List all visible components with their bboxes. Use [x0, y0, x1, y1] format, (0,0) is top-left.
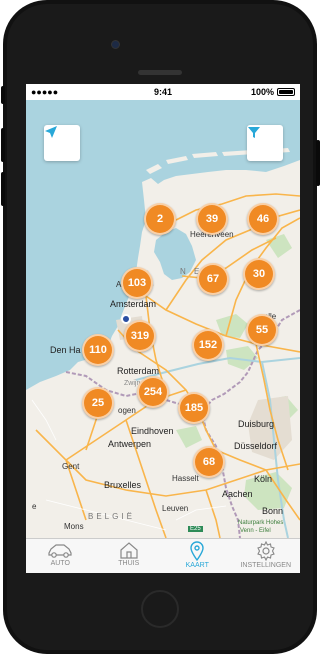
- status-bar: ●●●●● 9:41 100%: [26, 84, 300, 100]
- map-cluster[interactable]: 319: [124, 320, 156, 352]
- cluster-count: 254: [143, 386, 163, 398]
- map-label-leuven: Leuven: [162, 504, 189, 513]
- map-cluster[interactable]: 185: [178, 392, 210, 424]
- map-cluster[interactable]: 152: [192, 329, 224, 361]
- volume-down-button: [1, 172, 5, 206]
- map-label-naturpark: Naturpark Hohes: [238, 520, 284, 526]
- map-label-mons: Mons: [64, 522, 84, 531]
- cluster-count: 25: [91, 397, 105, 409]
- map-label-venn-eifel: Venn - Eifel: [240, 528, 271, 534]
- filter-button[interactable]: [247, 125, 283, 161]
- map-label-bonn: Bonn: [262, 506, 284, 516]
- tab-label: AUTO: [50, 560, 70, 567]
- locate-me-button[interactable]: [44, 125, 80, 161]
- cluster-count: 152: [198, 339, 218, 351]
- map-label-bruxelles: Bruxelles: [104, 480, 142, 490]
- battery-percent: 100%: [250, 87, 274, 97]
- battery-icon: [277, 88, 295, 96]
- screen: ●●●●● 9:41 100% N Amsterdam Den Ha Rotte…: [26, 84, 300, 573]
- map-label-e25: E25: [188, 526, 203, 532]
- volume-up-button: [1, 128, 5, 162]
- map-cluster[interactable]: 55: [246, 314, 278, 346]
- cluster-count: 55: [255, 324, 269, 336]
- map-cluster[interactable]: 2: [144, 203, 176, 235]
- tab-thuis[interactable]: THUIS: [95, 539, 164, 573]
- map-cluster[interactable]: 25: [82, 387, 114, 419]
- tab-label: THUIS: [118, 560, 140, 567]
- gear-icon: [256, 541, 275, 561]
- tab-bar: AUTO THUIS KAART INSTELLINGEN: [26, 538, 300, 573]
- map-cluster[interactable]: 254: [137, 376, 169, 408]
- map-label-eindhoven: Eindhoven: [131, 426, 174, 436]
- cluster-count: 39: [205, 213, 219, 225]
- cluster-count: 103: [127, 277, 147, 289]
- tab-instellingen[interactable]: INSTELLINGEN: [232, 539, 301, 573]
- map-label-antwerpen: Antwerpen: [108, 439, 152, 449]
- tab-auto[interactable]: AUTO: [26, 539, 95, 573]
- map-label-rotterdam: Rotterdam: [117, 366, 160, 376]
- map-pin-icon: [190, 541, 204, 561]
- cluster-count: 185: [184, 402, 204, 414]
- house-icon: [120, 542, 138, 559]
- cluster-count: 68: [202, 456, 216, 468]
- map-label-gent: Gent: [62, 462, 80, 471]
- map-label-aachen: Aachen: [222, 489, 253, 499]
- map-cluster[interactable]: 110: [82, 334, 114, 366]
- funnel-filter-icon: [248, 127, 260, 138]
- map-label-belgie: BELGIË: [88, 512, 135, 521]
- cluster-count: 319: [130, 330, 150, 342]
- map-cluster[interactable]: 67: [197, 263, 229, 295]
- map-label-roosendaal: ogen: [118, 406, 136, 415]
- map-cluster[interactable]: 39: [196, 203, 228, 235]
- map-cluster[interactable]: 68: [193, 446, 225, 478]
- cluster-count: 67: [206, 273, 220, 285]
- map-cluster[interactable]: 103: [121, 267, 153, 299]
- location-arrow-icon: [45, 126, 57, 138]
- tab-kaart[interactable]: KAART: [163, 539, 232, 573]
- home-button[interactable]: [141, 590, 179, 628]
- car-icon: [48, 544, 72, 558]
- map-label-lille: e: [32, 502, 37, 511]
- map-label-hasselt: Hasselt: [172, 474, 199, 483]
- mute-switch: [1, 86, 5, 104]
- tab-label: KAART: [185, 562, 209, 569]
- map-cluster[interactable]: 30: [243, 258, 275, 290]
- map-cluster[interactable]: 46: [247, 203, 279, 235]
- map-view[interactable]: Heerenveen N E D Alkma Amsterdam wolle D…: [26, 100, 300, 538]
- earpiece-speaker: [138, 70, 182, 75]
- map-label-koln: Köln: [254, 474, 273, 484]
- cluster-count: 2: [156, 213, 164, 225]
- map-label-dusseldorf: Düsseldorf: [234, 441, 278, 451]
- cluster-count: 46: [256, 213, 270, 225]
- cluster-count: 110: [89, 344, 107, 356]
- map-label-duisburg: Duisburg: [238, 419, 275, 429]
- map-label-den-haag: Den Ha: [50, 345, 81, 355]
- front-camera: [111, 40, 120, 49]
- map-label-amsterdam: Amsterdam: [110, 299, 157, 309]
- power-button: [316, 140, 320, 186]
- tab-label: INSTELLINGEN: [240, 562, 292, 569]
- cluster-count: 30: [252, 268, 266, 280]
- battery-indicator: 100%: [251, 87, 295, 97]
